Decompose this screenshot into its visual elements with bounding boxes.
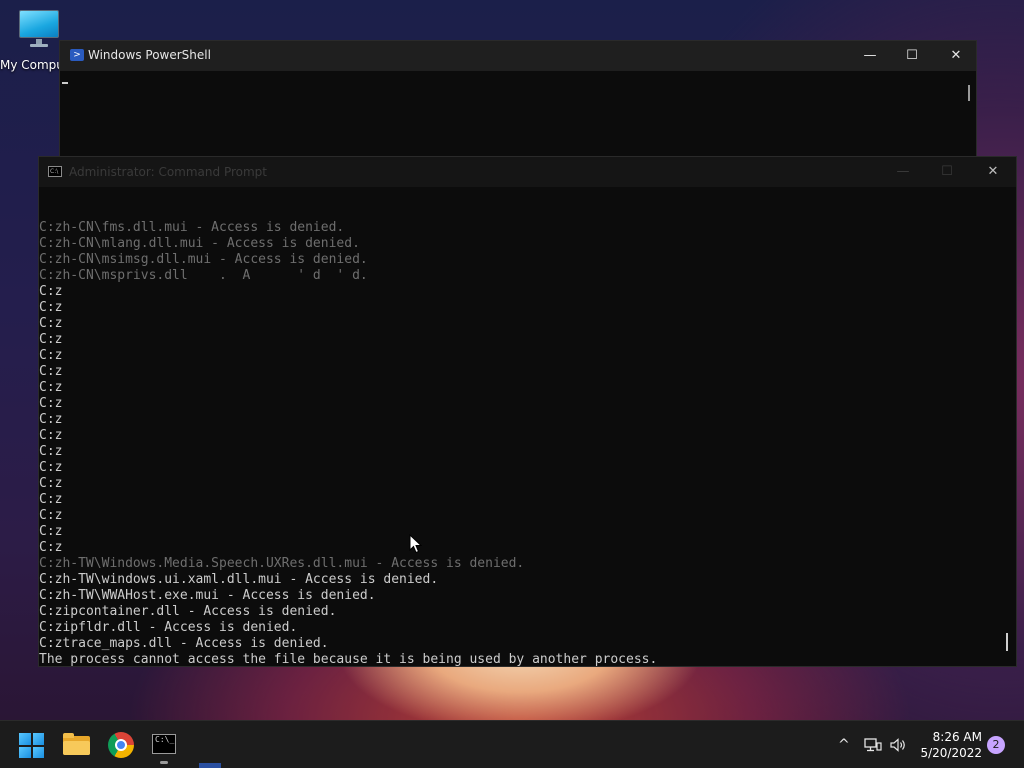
clock-time: 8:26 AM: [932, 730, 982, 744]
cmd-output-line: C:z: [39, 524, 63, 539]
powershell-titlebar[interactable]: > Windows PowerShell — ☐ ✕: [60, 41, 976, 71]
command-prompt-icon: C:\: [48, 166, 62, 177]
cmd-output-line: The process cannot access the file becau…: [39, 652, 658, 666]
cmd-scrollbar[interactable]: [1006, 633, 1008, 651]
cmd-output-line: C:z: [39, 284, 63, 299]
system-clock[interactable]: 8:26 AM 5/20/2022: [912, 729, 982, 761]
command-prompt-title: Administrator: Command Prompt: [69, 165, 267, 179]
cmd-output-line: C:zh-TW\WWAHost.exe.mui - Access is deni…: [39, 588, 376, 603]
cmd-output-line: C:zipcontainer.dll - Access is denied.: [39, 604, 337, 619]
cmd-output-line: C:ztrace_maps.dll - Access is denied.: [39, 636, 329, 651]
command-prompt-output[interactable]: C:zh-CN\fms.dll.mui - Access is denied. C…: [39, 188, 1016, 666]
cmd-output-line: C:z: [39, 492, 63, 507]
cmd-output-line: C:z: [39, 412, 63, 427]
cmd-output-line: C:zh-TW\Windows.Media.Speech.UXRes.dll.m…: [39, 556, 525, 571]
cmd-output-line: C:z: [39, 380, 63, 395]
chevron-up-icon[interactable]: ^: [838, 737, 850, 753]
taskbar: C:\_ ^ 8:26 AM 5/20/2022 2: [0, 720, 1024, 768]
notification-badge[interactable]: 2: [987, 736, 1005, 754]
cmd-output-line: C:zh-CN\fms.dll.mui - Access is denied.: [39, 220, 345, 235]
cmd-output-line: C:zh-TW\windows.ui.xaml.dll.mui - Access…: [39, 572, 439, 587]
powershell-text-cursor: [62, 82, 68, 84]
cmd-output-line: C:z: [39, 508, 63, 523]
network-icon[interactable]: [864, 737, 882, 753]
cmd-maximize-button[interactable]: ☐: [925, 157, 969, 187]
powershell-minimize-button[interactable]: —: [848, 41, 892, 71]
cmd-output-line: C:z: [39, 332, 63, 347]
cmd-output-line: C:z: [39, 396, 63, 411]
file-explorer-icon[interactable]: [63, 733, 90, 755]
cmd-output-line: C:z: [39, 476, 63, 491]
cmd-output-line: C:z: [39, 348, 63, 363]
cmd-output-line: C:zipfldr.dll - Access is denied.: [39, 620, 298, 635]
cmd-output-line: C:z: [39, 460, 63, 475]
powershell-title: Windows PowerShell: [88, 48, 211, 62]
powershell-maximize-button[interactable]: ☐: [890, 41, 934, 71]
cmd-output-line: C:z: [39, 540, 63, 555]
cmd-output-line: C:z: [39, 428, 63, 443]
cmd-output-line: C:z: [39, 300, 63, 315]
start-icon[interactable]: [19, 733, 44, 758]
volume-icon[interactable]: [889, 737, 907, 753]
command-prompt-titlebar[interactable]: C:\ Administrator: Command Prompt — ☐ ✕: [39, 157, 1016, 187]
clock-date: 5/20/2022: [920, 746, 982, 760]
active-app-indicator: [160, 761, 168, 764]
powershell-scrollbar[interactable]: [968, 85, 970, 101]
cmd-output-line: C:zh-CN\mlang.dll.mui - Access is denied…: [39, 236, 360, 251]
powershell-taskbar-icon[interactable]: [199, 763, 221, 768]
command-prompt-window[interactable]: C:\ Administrator: Command Prompt — ☐ ✕ …: [38, 156, 1017, 667]
cmd-output-line: C:z: [39, 444, 63, 459]
computer-icon: [17, 8, 61, 48]
cmd-close-button[interactable]: ✕: [971, 157, 1015, 187]
cmd-output-line: C:z: [39, 364, 63, 379]
cmd-output-line: C:zh-CN\msimsg.dll.mui - Access is denie…: [39, 252, 368, 267]
powershell-close-button[interactable]: ✕: [934, 41, 978, 71]
cmd-output-line: C:z: [39, 316, 63, 331]
cmd-minimize-button[interactable]: —: [881, 157, 925, 187]
powershell-icon: >: [70, 49, 84, 61]
chrome-icon[interactable]: [108, 732, 134, 758]
mouse-pointer-icon: [409, 534, 423, 554]
command-prompt-taskbar-icon[interactable]: C:\_: [152, 734, 176, 754]
cmd-output-line: C:zh-CN\msprivs.dll . A ' d ' d.: [39, 268, 368, 283]
